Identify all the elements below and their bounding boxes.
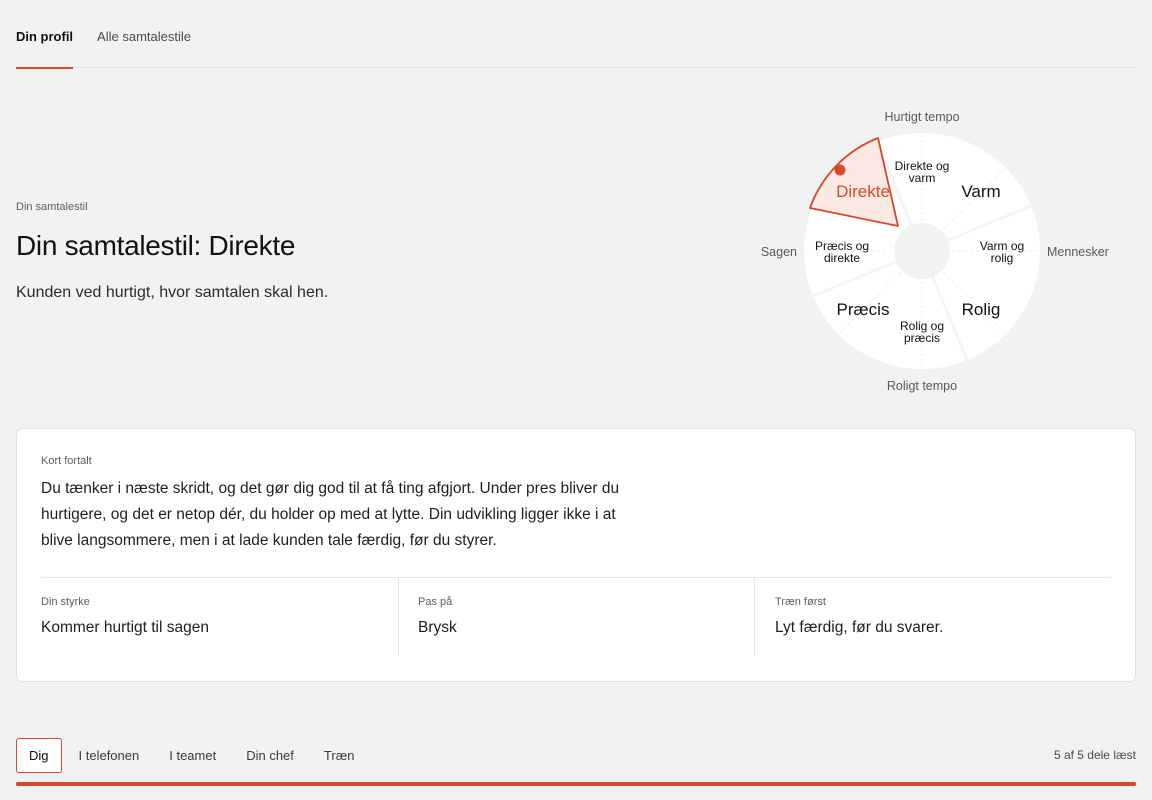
card-description: Du tænker i næste skridt, og det gør dig… (41, 476, 641, 554)
profile-page: Din profil Alle samtalestile Din samtale… (0, 0, 1152, 800)
strength-label: Din styrke (41, 596, 90, 608)
tab-din-chef[interactable]: Din chef (233, 738, 307, 773)
axis-label-bottom: Roligt tempo (887, 379, 957, 393)
card-text-line: hurtigere, og det er netop dér, du holde… (41, 506, 616, 523)
segment-label-praecis[interactable]: Præcis (837, 300, 890, 319)
page-title: Din samtalestil: Direkte (16, 230, 296, 261)
segment-label-direkte[interactable]: Direkte (836, 182, 890, 201)
segment-label-direkte-og-varm-2[interactable]: varm (909, 171, 936, 185)
column-separator (754, 578, 755, 656)
train-first-label: Træn først (775, 596, 826, 608)
section-tab-bar: Dig I telefonen I teamet Din chef Træn (16, 738, 368, 773)
summary-card: Kort fortalt Du tænker i næste skridt, o… (16, 428, 1136, 682)
axis-label-right: Mennesker (1047, 245, 1109, 259)
segment-label-praecis-og-direkte-2[interactable]: direkte (824, 251, 860, 265)
top-tab-bar: Din profil Alle samtalestile (16, 0, 1136, 69)
tab-i-teamet[interactable]: I teamet (156, 738, 230, 773)
read-progress-fill (16, 782, 1136, 786)
column-separator (398, 578, 399, 656)
tab-traen[interactable]: Træn (310, 738, 368, 773)
train-first-value: Lyt færdig, før du svarer. (775, 619, 944, 636)
segment-label-rolig-og-praecis-2[interactable]: præcis (904, 331, 940, 345)
page-subtitle: Kunden ved hurtigt, hvor samtalen skal h… (16, 284, 329, 301)
segment-label-varm[interactable]: Varm (961, 182, 1000, 201)
read-progress-status: 5 af 5 dele læst (1053, 748, 1136, 762)
wheel-center (894, 223, 950, 279)
section-eyebrow: Din samtalestil (16, 201, 88, 213)
card-label: Kort fortalt (41, 455, 92, 467)
card-text-line: Du tænker i næste skridt, og det gør dig… (41, 480, 620, 497)
conversation-style-wheel: Direkte Direkte og varm Varm Varm og rol… (750, 100, 1130, 400)
strength-value: Kommer hurtigt til sagen (41, 619, 209, 636)
read-progress-bar (16, 782, 1136, 786)
caution-label: Pas på (418, 596, 453, 608)
card-divider (41, 577, 1111, 578)
axis-label-top: Hurtigt tempo (884, 110, 959, 124)
wheel-svg: Direkte Direkte og varm Varm Varm og rol… (761, 110, 1109, 393)
tab-i-telefonen[interactable]: I telefonen (65, 738, 153, 773)
card-text-line: blive langsommere, men i at lade kunden … (41, 532, 497, 549)
tab-alle-samtalestile[interactable]: Alle samtalestile (97, 0, 191, 68)
current-position-marker (834, 164, 846, 176)
caution-value: Brysk (418, 619, 457, 636)
axis-label-left: Sagen (761, 245, 797, 259)
tab-dig[interactable]: Dig (16, 738, 62, 773)
tab-din-profil[interactable]: Din profil (16, 0, 74, 69)
segment-label-rolig[interactable]: Rolig (962, 300, 1001, 319)
segment-label-varm-og-rolig-2[interactable]: rolig (991, 251, 1014, 265)
